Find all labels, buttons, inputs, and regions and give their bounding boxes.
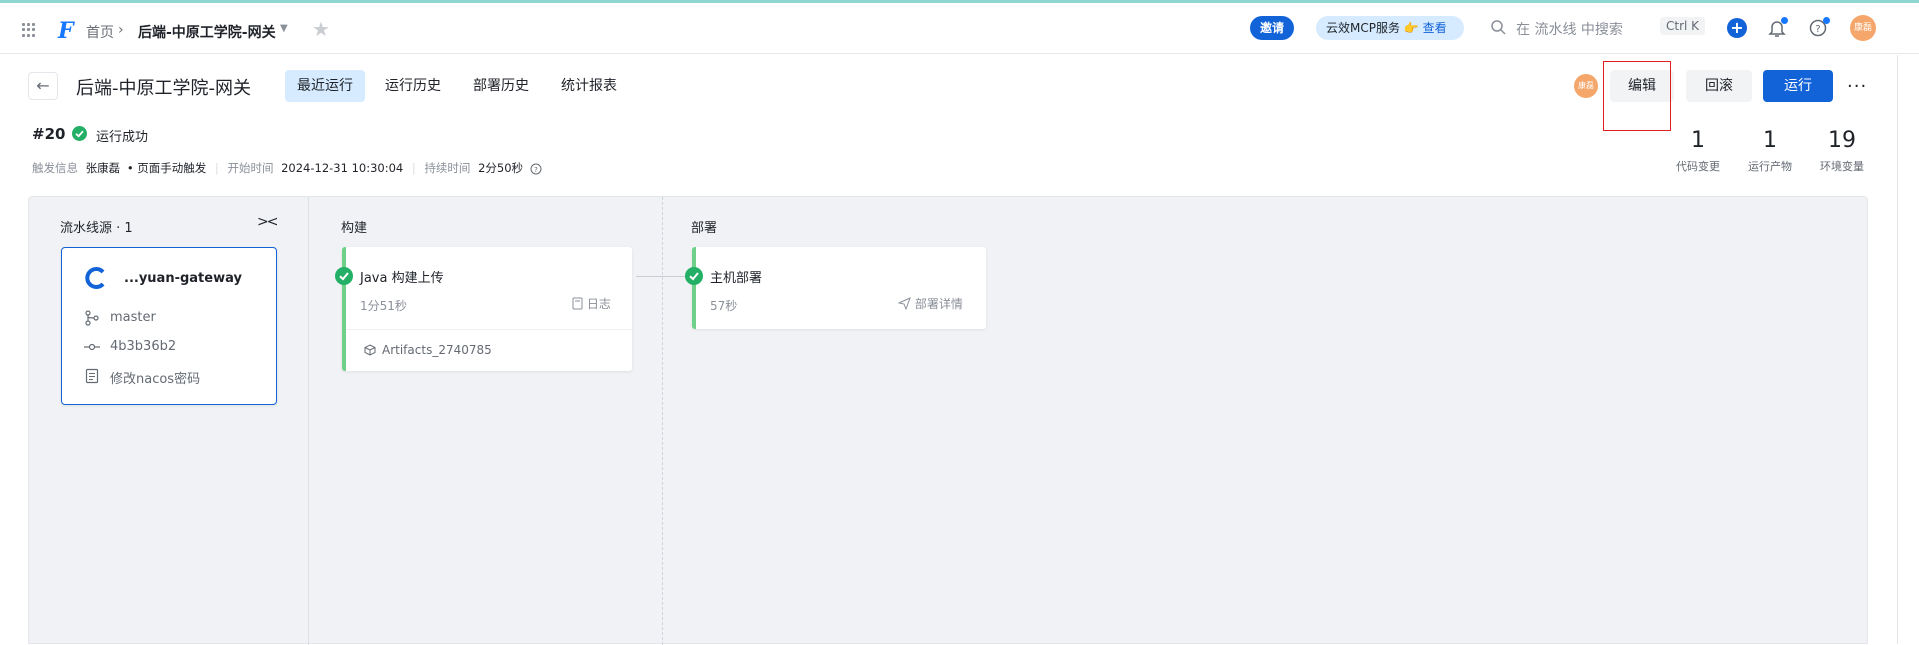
svg-text:?: ? [1815,24,1820,35]
artifact-box-icon [364,344,376,356]
stat-artifacts-label: 运行产物 [1748,160,1792,173]
trigger-label: 触发信息 [32,161,78,175]
tab-run-history[interactable]: 运行历史 [373,70,453,102]
user-avatar[interactable]: 康磊 [1850,15,1876,41]
mcp-service-banner[interactable]: 云效MCP服务 👉 查看 [1316,16,1464,40]
source-card[interactable]: ...yuan-gateway master 4b3b36b2 修改nacos密… [61,247,277,405]
collapse-icon[interactable]: >< [257,214,279,230]
document-icon [84,368,100,384]
more-icon[interactable]: ··· [1847,76,1867,97]
run-number: #20 [32,125,66,143]
deploy-detail-label: 部署详情 [914,297,963,311]
breadcrumb-project[interactable]: 后端-中原工学院-网关 [138,22,276,42]
tab-deploy-history[interactable]: 部署历史 [461,70,541,102]
start-time: 2024-12-31 10:30:04 [281,161,404,175]
flow-logo-icon[interactable]: F [58,18,74,44]
build-column-header: 构建 [341,221,368,236]
app-grid-icon[interactable] [22,23,36,37]
build-job-duration: 1分51秒 [360,299,407,313]
page-title: 后端-中原工学院-网关 [76,78,251,99]
source-branch: master [110,310,156,325]
duration: 2分50秒 [478,161,524,175]
scrollbar-track[interactable] [1897,55,1898,644]
bell-icon[interactable] [1768,17,1788,38]
tab-recent-runs[interactable]: 最近运行 [285,70,365,102]
stat-code-changes-value[interactable]: 1 [1668,128,1728,153]
build-log-link[interactable]: 日志 [572,295,611,312]
source-column-header: 流水线源 · 1 [60,221,133,236]
deploy-job-name[interactable]: 主机部署 [710,267,762,286]
build-success-icon [335,267,353,285]
notification-dot [1781,17,1788,24]
top-navigation: F 首页 › 后端-中原工学院-网关 ▼ ★ 邀请 云效MCP服务 👉 查看 在… [0,3,1919,54]
divider: | [214,161,219,175]
commit-icon [84,339,100,355]
start-time-label: 开始时间 [227,161,274,175]
run-status: 运行成功 [96,130,149,145]
owner-avatar[interactable]: 康磊 [1574,74,1598,98]
deploy-detail-link[interactable]: 部署详情 [898,295,963,312]
stat-code-changes-label: 代码变更 [1676,160,1720,173]
trigger-user[interactable]: 张康磊 [86,161,121,175]
deploy-job-card[interactable]: 主机部署 57秒 部署详情 [692,247,986,329]
run-meta: 触发信息 张康磊 • 页面手动触发 | 开始时间 2024-12-31 10:3… [32,160,542,176]
source-commit-message: 修改nacos密码 [110,372,201,387]
breadcrumb-home[interactable]: 首页 [86,22,114,42]
caret-down-icon[interactable]: ▼ [280,23,288,34]
card-divider [346,329,632,330]
duration-label: 持续时间 [424,161,471,175]
shortcut-hint: Ctrl K [1660,17,1706,35]
star-icon[interactable]: ★ [312,17,330,41]
send-icon [898,297,911,310]
divider: | [411,161,416,175]
search-input[interactable]: 在 流水线 中搜索 [1516,19,1623,39]
svg-text:?: ? [534,166,538,174]
invite-button[interactable]: 邀请 [1250,16,1295,40]
branch-icon [84,310,100,326]
highlight-box [1603,61,1671,131]
pipeline-canvas: 流水线源 · 1 >< ...yuan-gateway master 4b3b3… [28,196,1868,645]
deploy-column-header: 部署 [691,221,718,236]
chevron-right-icon: › [118,22,124,38]
help-dot [1823,17,1830,24]
log-icon [572,297,583,310]
pointing-hand-icon: 👉 [1403,21,1419,35]
deploy-job-duration: 57秒 [710,299,738,313]
build-log-label: 日志 [586,297,611,311]
back-arrow-icon[interactable]: ← [28,72,58,100]
build-job-card[interactable]: Java 构建上传 1分51秒 日志 Artifacts_2740785 [342,247,632,371]
add-icon[interactable]: + [1727,18,1747,38]
search-icon[interactable] [1490,19,1506,35]
mcp-label: 云效MCP服务 [1326,21,1400,35]
help-icon[interactable]: ? [1808,17,1830,38]
info-icon[interactable]: ? [530,163,542,175]
rollback-button[interactable]: 回滚 [1686,70,1752,102]
codeup-icon [84,266,108,290]
deploy-success-icon [685,267,703,285]
tab-statistics[interactable]: 统计报表 [549,70,629,102]
job-connector [636,276,688,277]
build-job-name[interactable]: Java 构建上传 [360,267,444,286]
trigger-method: • 页面手动触发 [126,161,207,175]
stat-env-vars-value[interactable]: 19 [1812,128,1872,153]
source-commit[interactable]: 4b3b36b2 [110,339,176,354]
stage-divider [662,197,663,645]
stat-env-vars-label: 环境变量 [1820,160,1864,173]
build-artifact[interactable]: Artifacts_2740785 [382,343,492,357]
run-button[interactable]: 运行 [1763,70,1833,102]
column-divider [308,197,309,645]
mcp-view-link[interactable]: 查看 [1423,21,1447,35]
success-check-icon [72,126,87,141]
source-repo: ...yuan-gateway [124,271,242,286]
stat-artifacts-value[interactable]: 1 [1740,128,1800,153]
